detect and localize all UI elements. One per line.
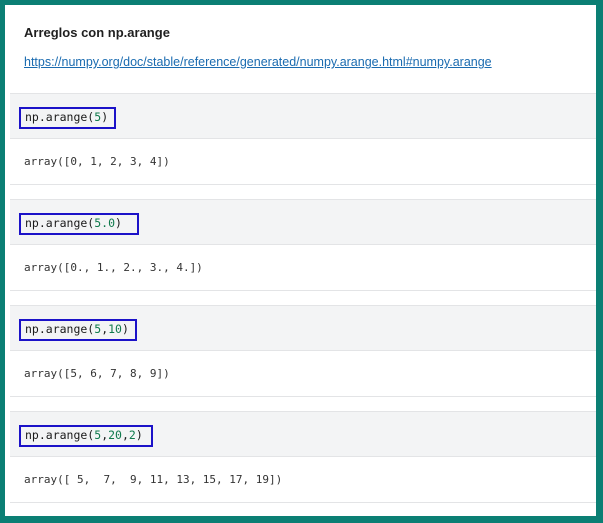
output-cell: array([5, 6, 7, 8, 9]) <box>10 351 596 397</box>
code-number: 2 <box>128 428 136 442</box>
code-input[interactable]: np.arange(5.0) <box>19 213 139 235</box>
notebook-frame: Arreglos con np.arange https://numpy.org… <box>5 5 596 516</box>
cell-gap <box>10 185 596 199</box>
code-input[interactable]: np.arange(5,20,2) <box>19 425 153 447</box>
output-cell: array([0, 1, 2, 3, 4]) <box>10 139 596 185</box>
code-paren: ) <box>121 322 129 336</box>
code-cell[interactable]: np.arange(5,10) <box>10 305 596 351</box>
code-paren: ) <box>101 110 109 124</box>
output-text: array([0., 1., 2., 3., 4.]) <box>24 261 203 274</box>
code-number: 10 <box>108 322 122 336</box>
code-input[interactable]: np.arange(5,10) <box>19 319 137 341</box>
cells-container: np.arange(5) array([0, 1, 2, 3, 4]) np.ara… <box>10 93 596 503</box>
code-paren: ) <box>135 428 143 442</box>
output-text: array([5, 6, 7, 8, 9]) <box>24 367 170 380</box>
code-cell[interactable]: np.arange(5) <box>10 93 596 139</box>
code-input[interactable]: np.arange(5) <box>19 107 116 129</box>
section-title: Arreglos con np.arange <box>24 25 170 40</box>
output-cell: array([0., 1., 2., 3., 4.]) <box>10 245 596 291</box>
code-function: np.arange( <box>25 216 95 230</box>
cell-gap <box>10 291 596 305</box>
code-cell[interactable]: np.arange(5.0) <box>10 199 596 245</box>
code-number: 20 <box>108 428 122 442</box>
cell-gap <box>10 397 596 411</box>
docs-link[interactable]: https://numpy.org/doc/stable/reference/g… <box>24 54 492 70</box>
markdown-cell: Arreglos con np.arange https://numpy.org… <box>5 5 596 71</box>
output-text: array([0, 1, 2, 3, 4]) <box>24 155 170 168</box>
code-function: np.arange( <box>25 428 95 442</box>
code-cell[interactable]: np.arange(5,20,2) <box>10 411 596 457</box>
output-cell: array([ 5, 7, 9, 11, 13, 15, 17, 19]) <box>10 457 596 503</box>
code-function: np.arange( <box>25 110 95 124</box>
code-paren: ) <box>115 216 122 230</box>
code-punct: , <box>121 428 129 442</box>
code-number: 5.0 <box>94 216 116 230</box>
output-text: array([ 5, 7, 9, 11, 13, 15, 17, 19]) <box>24 473 283 486</box>
code-function: np.arange( <box>25 322 95 336</box>
